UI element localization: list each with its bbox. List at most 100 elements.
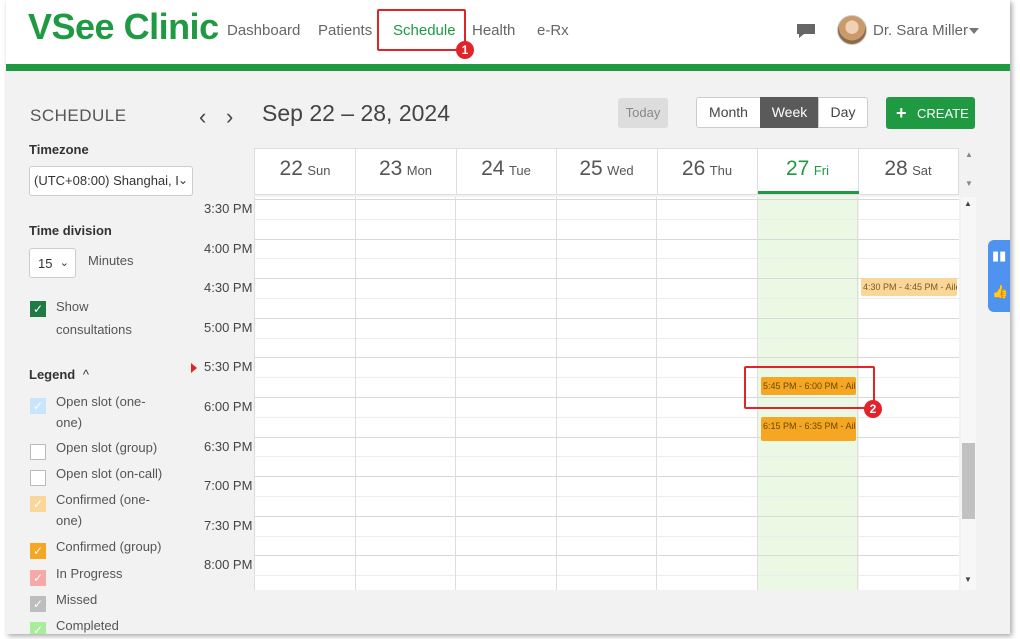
- view-week-button[interactable]: Week: [760, 97, 819, 128]
- time-label: 5:30 PM: [204, 359, 253, 374]
- grid-line: [254, 298, 959, 299]
- nav-patients[interactable]: Patients: [318, 22, 372, 39]
- grid-line: [254, 516, 959, 517]
- time-label: 7:00 PM: [204, 478, 253, 493]
- day-header[interactable]: 25 Wed: [557, 148, 658, 195]
- grid-line: [254, 258, 959, 259]
- scroll-down-icon[interactable]: ▼: [964, 575, 972, 584]
- prev-week-button[interactable]: ‹: [199, 104, 206, 130]
- top-header: VSee Clinic Dashboard Patients Schedule …: [6, 0, 1010, 64]
- grid-line: [254, 338, 959, 339]
- today-underline: [758, 191, 859, 194]
- event-fri-1815[interactable]: 6:15 PM - 6:35 PM - Aile: [761, 417, 856, 441]
- event-sat-1630[interactable]: 4:30 PM - 4:45 PM - Aile: [861, 278, 957, 296]
- day-name: Sat: [912, 163, 932, 178]
- time-label: 8:00 PM: [204, 557, 253, 572]
- header-accent-bar: [6, 64, 1010, 71]
- legend-checkbox[interactable]: ✓: [30, 570, 46, 586]
- calendar-scrollbar[interactable]: ▲ ▼: [961, 197, 976, 590]
- chevron-up-icon: ^: [82, 367, 89, 382]
- scrollbar-thumb[interactable]: [962, 443, 975, 519]
- legend-label: one): [56, 513, 83, 528]
- day-name: Tue: [508, 163, 531, 178]
- time-label: 5:00 PM: [204, 320, 253, 335]
- day-name: Thu: [709, 163, 733, 178]
- legend-label: Open slot (on-call): [56, 466, 163, 481]
- legend-checkbox[interactable]: ✓: [30, 622, 46, 634]
- grid-line: [254, 199, 959, 200]
- column-divider: [455, 197, 456, 590]
- nav-dashboard[interactable]: Dashboard: [227, 22, 300, 39]
- time-division-label: Time division: [29, 223, 112, 238]
- legend-label: one): [56, 415, 83, 430]
- day-number: 23: [378, 157, 403, 180]
- timezone-select[interactable]: (UTC+08:00) Shanghai, I ⌄: [29, 166, 193, 196]
- day-name: Wed: [607, 163, 634, 178]
- nav-erx[interactable]: e-Rx: [537, 22, 569, 39]
- time-division-unit: Minutes: [88, 253, 134, 268]
- legend-checkbox[interactable]: ✓: [30, 398, 46, 414]
- legend-checkbox[interactable]: [30, 470, 46, 486]
- day-header[interactable]: 24 Tue: [456, 148, 557, 195]
- scroll-up-icon: ▲: [965, 150, 973, 159]
- legend-label: Confirmed (group): [56, 539, 162, 554]
- thumbs-icon[interactable]: 👍: [992, 284, 1008, 300]
- legend-label: Completed: [56, 618, 119, 633]
- day-header[interactable]: 26 Thu: [657, 148, 758, 195]
- book-icon[interactable]: ▮▮: [992, 248, 1006, 264]
- view-month-button[interactable]: Month: [696, 97, 761, 128]
- chevron-down-icon: ⌄: [177, 173, 188, 187]
- day-number: 28: [884, 157, 908, 180]
- show-consultations-label-2: consultations: [56, 322, 132, 337]
- grid-line: [254, 318, 959, 319]
- day-name: Mon: [406, 163, 433, 178]
- legend-label: Open slot (group): [56, 440, 158, 455]
- time-division-select[interactable]: 15 ⌄: [29, 248, 76, 278]
- app-window: VSee Clinic Dashboard Patients Schedule …: [6, 0, 1010, 634]
- feedback-widget[interactable]: ▮▮ 👍: [988, 240, 1010, 312]
- column-divider: [556, 197, 557, 590]
- legend-label: Open slot (one-: [56, 394, 146, 409]
- annotation-badge-1: 1: [456, 41, 474, 59]
- avatar[interactable]: [837, 15, 867, 45]
- chevron-down-icon[interactable]: [969, 28, 979, 34]
- plus-icon: +: [896, 103, 907, 123]
- day-header[interactable]: 23 Mon: [356, 148, 457, 195]
- create-button[interactable]: + CREATE: [886, 97, 975, 129]
- legend-checkbox[interactable]: ✓: [30, 596, 46, 612]
- grid-line: [254, 536, 959, 537]
- legend-checkbox[interactable]: [30, 444, 46, 460]
- grid-line: [254, 278, 959, 279]
- legend-checkbox[interactable]: ✓: [30, 543, 46, 559]
- time-division-value: 15: [38, 256, 53, 271]
- page-title: SCHEDULE: [30, 106, 127, 125]
- day-number: 22: [279, 157, 303, 180]
- day-number: 27: [786, 157, 810, 180]
- clinic-logo[interactable]: VSee Clinic: [28, 6, 219, 48]
- legend-toggle[interactable]: Legend ^: [29, 367, 89, 382]
- user-name[interactable]: Dr. Sara Miller: [873, 22, 968, 39]
- date-range: Sep 22 – 28, 2024: [262, 100, 450, 126]
- highlight-box-event: [744, 366, 875, 409]
- grid-line: [254, 496, 959, 497]
- day-header[interactable]: 27 Fri: [758, 148, 859, 195]
- day-header[interactable]: 22 Sun: [255, 148, 356, 195]
- next-week-button[interactable]: ›: [226, 104, 233, 130]
- grid-line: [254, 357, 959, 358]
- today-button[interactable]: Today: [618, 98, 668, 128]
- chevron-down-icon: ⌄: [59, 257, 69, 269]
- chat-icon[interactable]: [795, 22, 817, 40]
- legend-label: Legend: [29, 367, 76, 382]
- current-time-marker: [191, 363, 197, 373]
- legend-checkbox[interactable]: ✓: [30, 496, 46, 512]
- day-number: 24: [481, 157, 505, 180]
- time-label: 3:30 PM: [204, 201, 253, 216]
- show-consultations-checkbox[interactable]: ✓: [30, 301, 46, 317]
- day-name: Fri: [813, 163, 829, 178]
- nav-health[interactable]: Health: [472, 22, 515, 39]
- scroll-up-icon[interactable]: ▲: [964, 199, 972, 208]
- day-name: Sun: [307, 163, 331, 178]
- view-day-button[interactable]: Day: [818, 97, 868, 128]
- day-header[interactable]: 28 Sat: [858, 148, 959, 195]
- time-label: 6:00 PM: [204, 399, 253, 414]
